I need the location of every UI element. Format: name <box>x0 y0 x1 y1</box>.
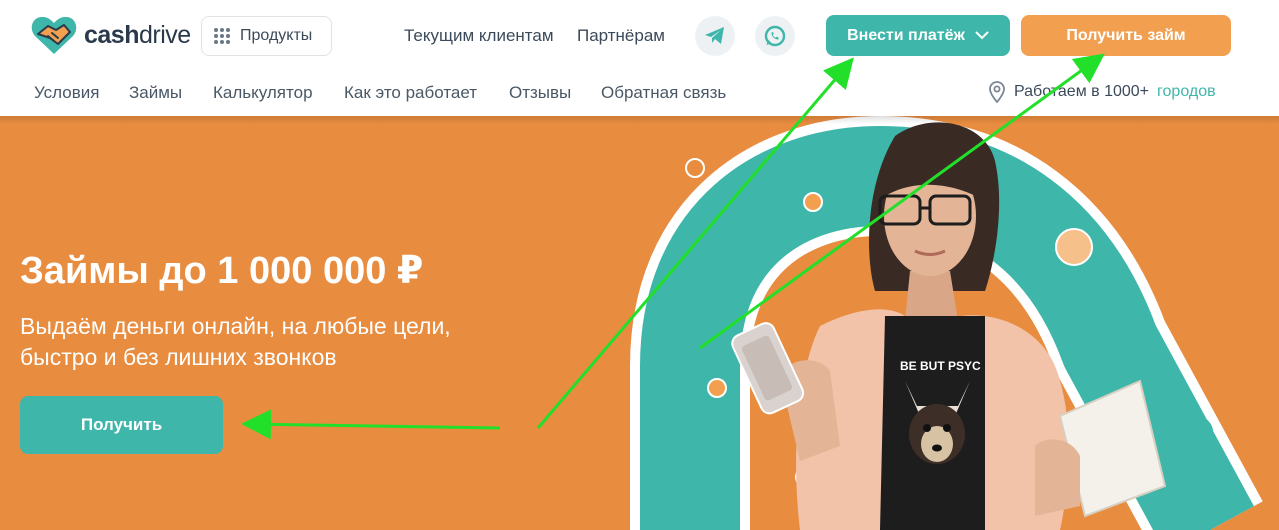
nav-item-loans[interactable]: Займы <box>129 83 182 103</box>
current-clients-link[interactable]: Текущим клиентам <box>404 26 554 46</box>
hero-banner: BE BUT PSYC Займы до 1 000 000 ₽ Выдаём … <box>0 116 1279 530</box>
hero-title: Займы до 1 000 000 ₽ <box>20 250 424 292</box>
hero-subtitle: Выдаём деньги онлайн, на любые цели, быс… <box>20 311 500 373</box>
make-payment-button[interactable]: Внести платёж <box>826 15 1010 56</box>
top-header: cashdrive Продукты Текущим клиентам Парт… <box>0 0 1279 70</box>
telegram-button[interactable] <box>695 16 735 56</box>
logo-text: cashdrive <box>84 20 191 49</box>
telegram-icon <box>705 27 724 44</box>
get-loan-button[interactable]: Получить займ <box>1021 15 1231 56</box>
main-nav: Условия Займы Калькулятор Как это работа… <box>0 70 1279 116</box>
header-shadow <box>0 116 1279 124</box>
chevron-down-icon <box>975 31 989 40</box>
cities-text: Работаем в 1000+ <box>1014 83 1150 100</box>
logo[interactable]: cashdrive <box>30 14 191 56</box>
nav-item-calculator[interactable]: Калькулятор <box>213 83 313 103</box>
nav-item-reviews[interactable]: Отзывы <box>509 83 571 103</box>
products-label: Продукты <box>240 27 313 44</box>
cities-info: Работаем в 1000+ городов <box>988 81 1216 103</box>
partners-link[interactable]: Партнёрам <box>577 26 665 46</box>
hero-subtitle-line-2: быстро и без лишних звонков <box>20 344 337 370</box>
cities-link[interactable]: городов <box>1157 83 1216 101</box>
shirt-print-text: BE BUT PSYC <box>900 359 981 373</box>
location-pin-icon <box>989 81 1005 103</box>
nav-item-how-it-works[interactable]: Как это работает <box>344 83 477 103</box>
whatsapp-icon <box>764 25 786 47</box>
grid-icon <box>214 28 230 44</box>
nav-item-feedback[interactable]: Обратная связь <box>601 83 726 103</box>
hero-get-button[interactable]: Получить <box>20 396 223 454</box>
make-payment-label: Внести платёж <box>847 26 965 44</box>
nav-item-conditions[interactable]: Условия <box>34 83 99 103</box>
handshake-heart-icon <box>31 16 77 55</box>
hero-subtitle-line-1: Выдаём деньги онлайн, на любые цели, <box>20 313 451 339</box>
products-button[interactable]: Продукты <box>201 16 332 56</box>
whatsapp-button[interactable] <box>755 16 795 56</box>
